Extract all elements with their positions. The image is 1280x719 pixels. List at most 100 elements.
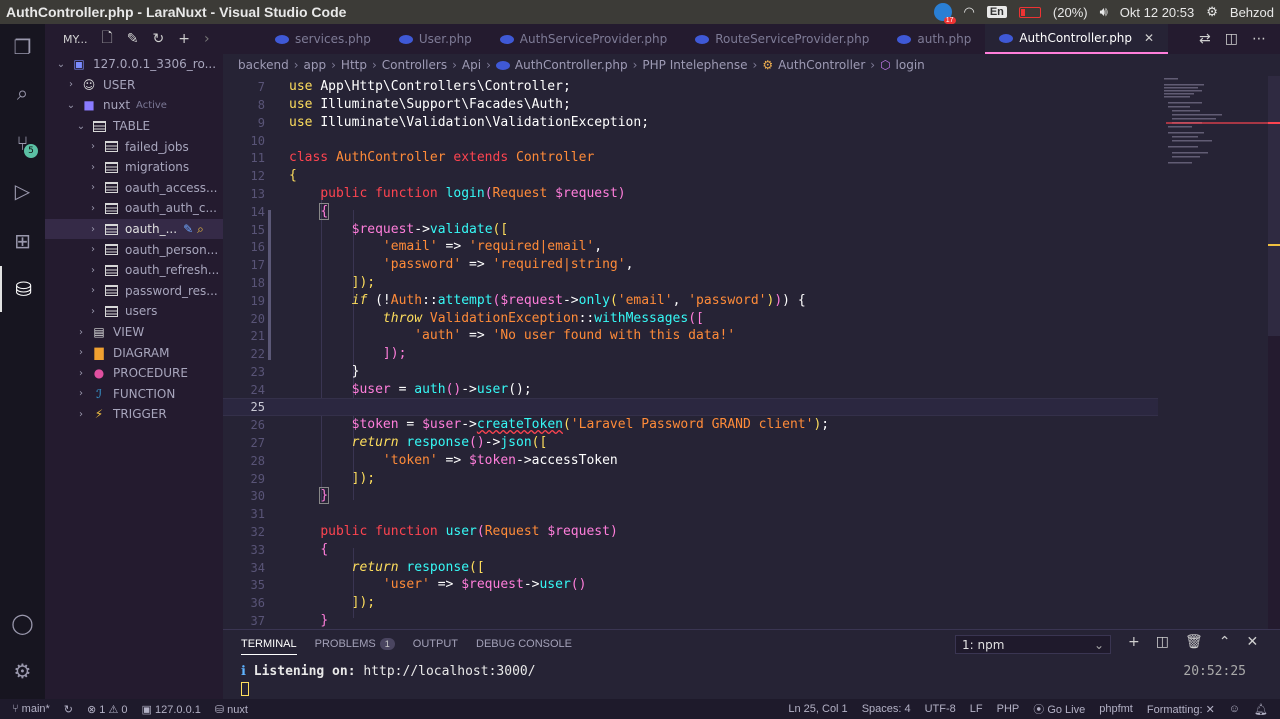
problems-badge: 1 — [379, 638, 395, 650]
tree-table-item[interactable]: › migrations — [45, 157, 223, 178]
split-terminal-icon[interactable]: ◫ — [1156, 634, 1169, 650]
battery-icon[interactable] — [1018, 6, 1041, 18]
refresh-icon[interactable]: ↻ — [152, 31, 164, 47]
database-explorer: MY... 🗋︎ ✎ ↻ + › ⌄ ▣ 127.0.0.1_3306_ro... … — [45, 24, 223, 699]
close-icon[interactable]: ✕ — [1144, 31, 1154, 45]
maximize-panel-icon[interactable]: ⌃ — [1219, 634, 1231, 650]
tree-diagram-group[interactable]: › ▇ DIAGRAM — [45, 342, 223, 363]
account-icon[interactable]: ◯ — [0, 600, 45, 646]
database-icon[interactable]: ⛁ — [0, 266, 45, 312]
more-actions-icon[interactable]: ⋯ — [1252, 31, 1266, 47]
chevron-right-icon: › — [91, 161, 95, 173]
branch-item[interactable]: ⑂ main* — [12, 703, 50, 715]
tree-user[interactable]: › ☺ USER — [45, 75, 223, 96]
tree-trigger-group[interactable]: › ⚡︎ TRIGGER — [45, 404, 223, 425]
crumb[interactable]: Api — [462, 58, 481, 72]
keyboard-layout[interactable]: En — [986, 6, 1007, 18]
extensions-icon[interactable]: ⊞ — [0, 218, 45, 264]
listening-url[interactable]: http://localhost:3000/ — [363, 664, 535, 679]
crumb[interactable]: backend — [238, 58, 289, 72]
crumb[interactable]: login — [896, 58, 925, 72]
tab-auth-controller[interactable]: AuthController.php ✕ — [985, 24, 1169, 54]
eol[interactable]: LF — [970, 703, 983, 715]
cursor-position[interactable]: Ln 25, Col 1 — [788, 703, 847, 715]
diagram-icon: ▇ — [94, 345, 104, 360]
tree-table-item[interactable]: › failed_jobs — [45, 136, 223, 157]
class-icon: ⚙ — [762, 58, 774, 72]
line-number: 25 — [250, 399, 265, 414]
run-debug-icon[interactable]: ▷ — [0, 168, 45, 214]
terminal-select[interactable]: 1: npm ⌄ — [955, 635, 1111, 654]
edit-icon[interactable]: ✎ — [127, 31, 139, 47]
tab-services[interactable]: services.php — [223, 24, 385, 54]
chevron-right-icon[interactable]: › — [204, 31, 210, 47]
crumb[interactable]: app — [304, 58, 327, 72]
minimap[interactable] — [1158, 76, 1268, 629]
encoding[interactable]: UTF-8 — [925, 703, 956, 715]
crumb[interactable]: PHP Intelephense — [642, 58, 747, 72]
add-icon[interactable]: + — [178, 31, 190, 47]
tree-table-item-selected[interactable]: › oauth_... ✎ ⌕ — [45, 218, 223, 240]
tree-procedure-group[interactable]: › ● PROCEDURE — [45, 363, 223, 384]
manage-gear-icon[interactable]: ⚙ — [0, 648, 45, 694]
user-name[interactable]: Behzod — [1230, 5, 1274, 20]
tree-table-item[interactable]: › oauth_person... — [45, 239, 223, 260]
code-line: 'email' => 'required|email', — [382, 239, 603, 255]
tree-view-group[interactable]: › ▤ VIEW — [45, 322, 223, 343]
split-editor-icon[interactable]: ◫ — [1225, 31, 1238, 47]
tab-problems[interactable]: PROBLEMS 1 — [315, 638, 395, 650]
app-indicator-icon[interactable]: 17 — [933, 3, 956, 24]
tab-auth-config[interactable]: auth.php — [883, 24, 985, 54]
clock[interactable]: Okt 12 20:53 — [1120, 5, 1194, 20]
tree-table-item[interactable]: › oauth_access... — [45, 178, 223, 199]
chevron-right-icon: › — [91, 305, 95, 317]
sync-icon[interactable]: ↻ — [64, 703, 73, 716]
code-editor[interactable]: 7 use App\Http\Controllers\Controller; 8 u… — [223, 76, 1280, 629]
edit-table-icon[interactable]: ✎ — [183, 222, 193, 236]
new-terminal-icon[interactable]: + — [1128, 634, 1140, 650]
settings-gear-icon[interactable]: ⚙ — [1206, 4, 1218, 20]
tree-table-item[interactable]: › users — [45, 301, 223, 322]
tree-table-item[interactable]: › oauth_auth_c... — [45, 198, 223, 219]
explorer-icon[interactable]: ❐ — [0, 24, 45, 70]
compare-icon[interactable]: ⇄ — [1199, 31, 1211, 47]
new-file-icon[interactable]: 🗋︎ — [101, 27, 112, 51]
phpfmt-item[interactable]: phpfmt — [1099, 703, 1133, 715]
tab-auth-service-provider[interactable]: AuthServiceProvider.php — [486, 24, 681, 54]
db-name-item[interactable]: ⛁ nuxt — [215, 703, 248, 716]
crumb[interactable]: Controllers — [382, 58, 447, 72]
query-icon[interactable]: ⌕ — [197, 222, 204, 237]
crumb[interactable]: AuthController.php — [515, 58, 628, 72]
source-control-icon[interactable]: ⑂ 5 — [0, 120, 45, 166]
volume-icon[interactable]: 🔊︎ — [1100, 4, 1108, 20]
tab-output[interactable]: OUTPUT — [413, 638, 458, 650]
chevron-right-icon: › — [91, 244, 95, 256]
editor-scrollbar[interactable] — [1268, 76, 1280, 629]
tree-table-item[interactable]: › password_res... — [45, 281, 223, 302]
tree-table-group[interactable]: ⌄ TABLE — [45, 116, 223, 137]
tab-debug-console[interactable]: DEBUG CONSOLE — [476, 638, 572, 650]
notifications-icon[interactable]: 🔔︎ — [1254, 703, 1268, 716]
formatting-item[interactable]: Formatting: ✕ — [1147, 703, 1215, 716]
terminal-output[interactable]: ℹ Listening on: http://localhost:3000/20… — [241, 664, 1261, 696]
db-connection-item[interactable]: ▣ 127.0.0.1 — [142, 703, 201, 716]
go-live-item[interactable]: ⦿ Go Live — [1033, 701, 1085, 717]
language-mode[interactable]: PHP — [997, 703, 1020, 715]
tree-function-group[interactable]: › ℐ FUNCTION — [45, 384, 223, 405]
tab-route-service-provider[interactable]: RouteServiceProvider.php — [681, 24, 883, 54]
feedback-icon[interactable]: ☺ — [1229, 703, 1240, 715]
problems-item[interactable]: ⊗ 1 ⚠︎ 0 — [87, 703, 128, 716]
tree-database-nuxt[interactable]: ⌄ ■ nuxt Active — [45, 95, 223, 116]
wifi-icon[interactable]: ◠ — [964, 4, 975, 20]
search-icon[interactable]: ⌕ — [0, 70, 45, 116]
tab-terminal[interactable]: TERMINAL — [241, 638, 297, 655]
crumb[interactable]: Http — [341, 58, 367, 72]
indentation[interactable]: Spaces: 4 — [862, 703, 911, 715]
close-panel-icon[interactable]: ✕ — [1246, 634, 1258, 650]
crumb[interactable]: AuthController — [778, 58, 865, 72]
code-line: use Illuminate\Support\Facades\Auth; — [289, 97, 571, 113]
trash-icon[interactable]: 🗑︎ — [1185, 634, 1203, 650]
tree-connection[interactable]: ⌄ ▣ 127.0.0.1_3306_ro... — [45, 54, 223, 75]
tree-table-item[interactable]: › oauth_refresh... — [45, 260, 223, 281]
tab-user[interactable]: User.php — [385, 24, 486, 54]
